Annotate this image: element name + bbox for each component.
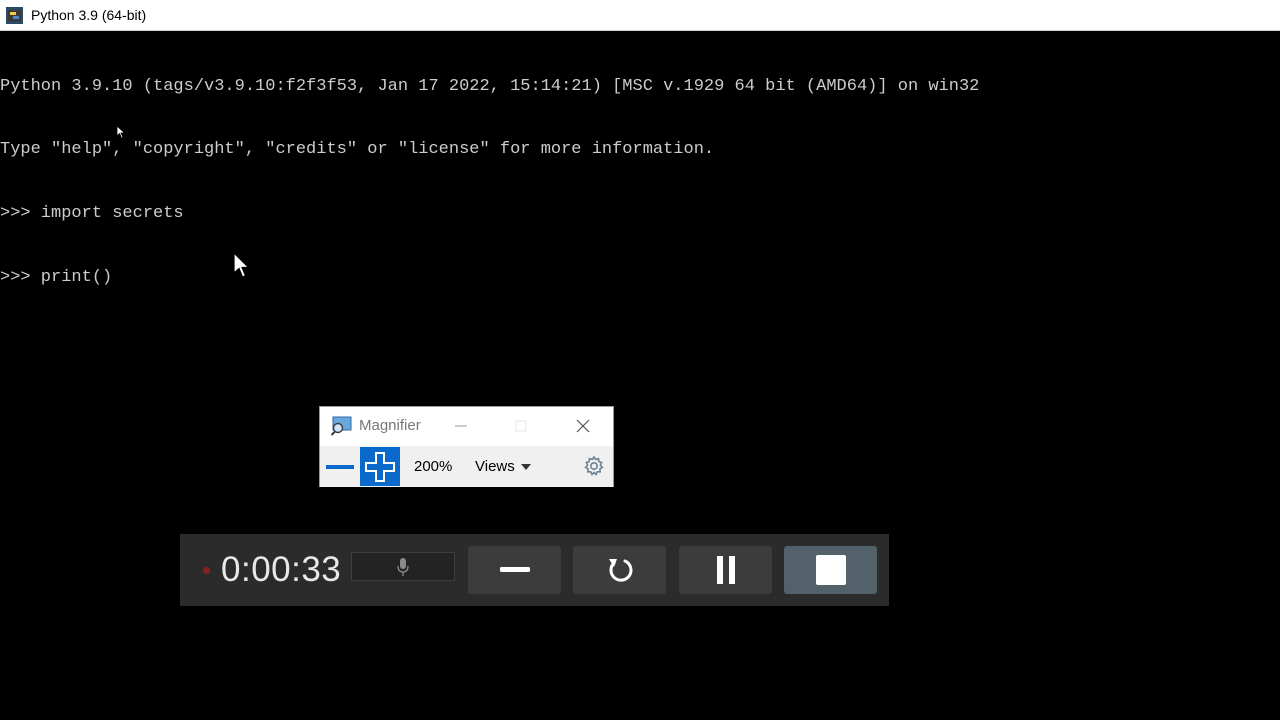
restart-icon (608, 559, 632, 582)
zoom-out-button[interactable] (321, 447, 359, 486)
views-label: Views (475, 458, 515, 475)
console-line: >>> import secrets (0, 204, 184, 224)
console-line: Python 3.9.10 (tags/v3.9.10:f2f3f53, Jan… (0, 76, 980, 96)
mouse-cursor-icon (233, 252, 250, 278)
gear-icon (584, 455, 604, 476)
stop-button[interactable] (784, 546, 877, 594)
elapsed-time: 0:00:33 (221, 550, 342, 589)
zoom-in-button[interactable] (360, 447, 400, 486)
minimize-button[interactable] (447, 414, 475, 438)
stop-icon (815, 555, 846, 585)
python-icon (6, 6, 23, 24)
magnifier-app-icon (330, 416, 352, 436)
minus-icon (326, 464, 354, 469)
recording-toolbar: 0:00:33 (180, 534, 889, 606)
pause-icon (716, 556, 735, 584)
record-indicator-icon (203, 567, 210, 574)
console-line: >>> print() (0, 268, 113, 288)
chevron-down-icon (520, 463, 531, 470)
close-button[interactable] (569, 414, 597, 438)
views-dropdown[interactable]: Views (475, 458, 531, 475)
magnifier-window[interactable]: Magnifier 200% Views (319, 406, 614, 487)
minimize-icon (455, 425, 467, 427)
zoom-level-label: 200% (414, 458, 453, 475)
console-titlebar[interactable]: Python 3.9 (64-bit) (0, 0, 1280, 31)
console-line: Type "help", "copyright", "credits" or "… (0, 140, 715, 160)
settings-button[interactable] (583, 455, 605, 477)
maximize-button (507, 414, 535, 438)
minimize-icon (499, 567, 530, 572)
close-icon (576, 419, 590, 433)
microphone-icon (397, 557, 409, 576)
pause-button[interactable] (679, 546, 772, 594)
microphone-toggle[interactable] (351, 552, 455, 581)
magnifier-toolbar: 200% Views (320, 446, 613, 487)
plus-icon (365, 451, 395, 482)
magnifier-title: Magnifier (359, 417, 421, 434)
window-title: Python 3.9 (64-bit) (31, 7, 147, 23)
maximize-icon (515, 420, 527, 432)
console-output[interactable]: Python 3.9.10 (tags/v3.9.10:f2f3f53, Jan… (0, 33, 1280, 310)
mouse-pointer-icon (116, 125, 126, 139)
restart-button[interactable] (573, 546, 666, 594)
magnifier-titlebar[interactable]: Magnifier (320, 407, 613, 446)
minimize-recorder-button[interactable] (468, 546, 561, 594)
